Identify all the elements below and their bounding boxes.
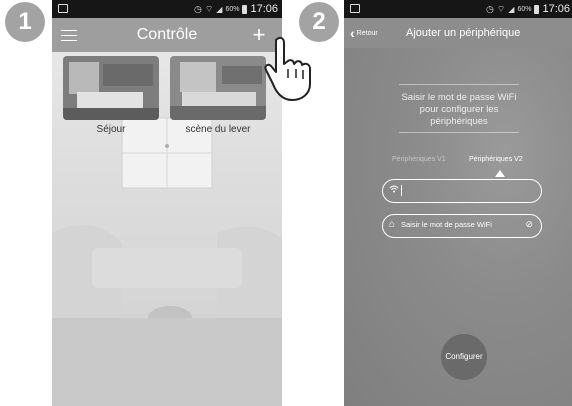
page-title: Ajouter un périphérique <box>406 27 521 39</box>
active-tab-indicator <box>495 170 505 177</box>
wifi-password-field[interactable]: ⌂ Saisir le mot de passe WiFi ⊘ <box>382 214 542 238</box>
nav-bar: ‹ Retour Ajouter un périphérique <box>344 18 572 48</box>
battery-percent: 60% <box>517 5 532 13</box>
device-version-tabs: Périphériques V1 Périphériques V2 <box>344 156 572 170</box>
bedroom-thumbnail <box>63 56 159 120</box>
tab-devices-v2[interactable]: Périphériques V2 <box>469 156 523 163</box>
phone-screen-controle: ◷ ⌔ ◢ 60% 17:06 Contrôle + Séjour scène … <box>52 0 282 406</box>
wifi-icon <box>389 185 399 193</box>
clock-time: 17:06 <box>250 3 278 15</box>
alarm-icon: ◷ <box>193 3 202 14</box>
divider-top <box>399 84 519 85</box>
text-cursor <box>401 185 402 196</box>
scene-label: Séjour <box>96 124 126 135</box>
scene-card-sejour[interactable] <box>63 56 159 120</box>
battery-icon <box>534 4 540 14</box>
tab-devices-v1[interactable]: Périphériques V1 <box>392 156 446 163</box>
scene-label: scène du lever <box>185 124 251 135</box>
cell-signal-icon: ◢ <box>216 4 223 14</box>
notification-icon <box>350 4 360 13</box>
step-2-badge: 2 <box>299 2 339 42</box>
step-1-badge: 1 <box>5 2 45 42</box>
password-placeholder: Saisir le mot de passe WiFi <box>401 220 492 229</box>
alarm-icon: ◷ <box>485 3 494 14</box>
living-room-thumbnail <box>170 56 266 120</box>
battery-icon <box>242 4 248 14</box>
status-bar: ◷ ⌔ ◢ 60% 17:06 <box>52 0 282 18</box>
wifi-signal-icon: ⌔ <box>204 3 214 14</box>
back-button[interactable]: ‹ Retour <box>350 18 378 48</box>
chevron-left-icon: ‹ <box>350 25 355 41</box>
wifi-signal-icon: ⌔ <box>496 3 506 14</box>
configure-button[interactable]: Configurer <box>441 334 487 380</box>
cell-signal-icon: ◢ <box>508 4 515 14</box>
wifi-instruction-text: Saisir le mot de passe WiFi pour configu… <box>401 92 517 127</box>
wifi-ssid-field[interactable] <box>382 179 542 203</box>
status-bar: ◷ ⌔ ◢ 60% 17:06 <box>344 0 572 18</box>
divider-bottom <box>399 132 519 133</box>
scene-card-lever[interactable] <box>170 56 266 120</box>
battery-percent: 60% <box>225 5 240 13</box>
page-indicator-dot <box>165 144 169 148</box>
notification-icon <box>58 4 68 13</box>
clock-time: 17:06 <box>542 3 570 15</box>
phone-screen-add-device: ◷ ⌔ ◢ 60% 17:06 ‹ Retour Ajouter un péri… <box>344 0 572 406</box>
back-label: Retour <box>356 29 378 37</box>
app-title-bar: Contrôle + <box>52 18 282 52</box>
pointing-hand-icon <box>264 36 311 101</box>
lock-icon: ⌂ <box>389 219 396 230</box>
hide-password-icon[interactable]: ⊘ <box>525 219 533 230</box>
